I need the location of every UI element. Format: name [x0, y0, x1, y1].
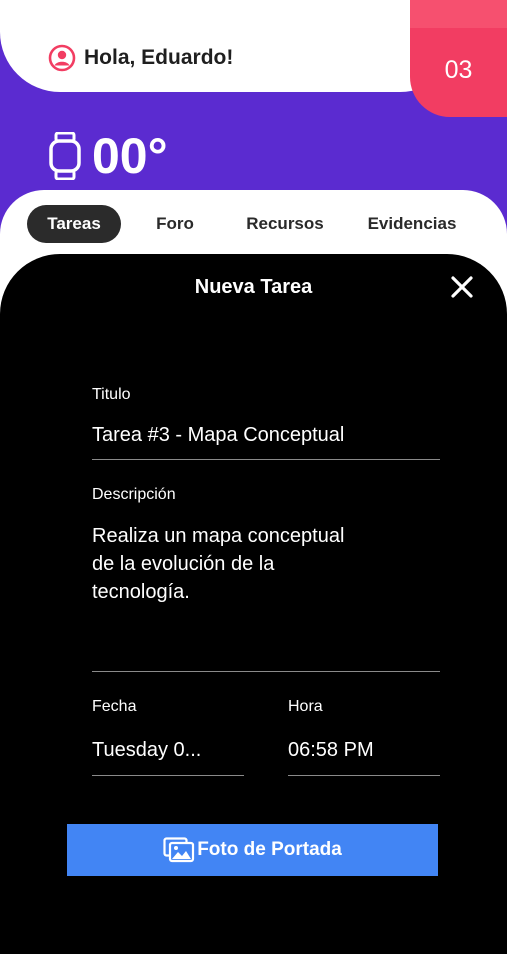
descripcion-label: Descripción — [92, 486, 176, 503]
close-button[interactable] — [447, 272, 477, 302]
tab-foro[interactable]: Foro — [140, 205, 210, 243]
cover-photo-button[interactable]: Foto de Portada — [67, 824, 438, 876]
counter-value: 03 — [444, 56, 473, 84]
greeting-text: Hola, Eduardo! — [84, 46, 234, 69]
modal-title: Nueva Tarea — [194, 276, 313, 298]
cover-photo-label: Foto de Portada — [197, 839, 342, 860]
greeting: Hola, Eduardo! — [48, 42, 233, 74]
fecha-input[interactable]: Tuesday 0... — [92, 736, 244, 764]
counter-badge[interactable]: 03 — [410, 0, 507, 117]
titulo-input[interactable]: Tarea #3 - Mapa Conceptual — [92, 421, 440, 449]
titulo-underline — [92, 459, 440, 460]
watch-status: 00° — [48, 128, 168, 184]
descripcion-underline — [92, 671, 440, 672]
tab-evidencias[interactable]: Evidencias — [356, 205, 468, 243]
fecha-label: Fecha — [92, 698, 137, 715]
hora-input[interactable]: 06:58 PM — [288, 736, 440, 764]
titulo-label: Titulo — [92, 386, 131, 403]
descripcion-textarea[interactable]: Realiza un mapa conceptual de la evoluci… — [92, 522, 440, 662]
user-circle-icon — [48, 44, 76, 72]
hora-label: Hora — [288, 698, 323, 715]
watch-value: 00° — [92, 128, 168, 184]
smartwatch-icon — [49, 132, 81, 180]
tab-recursos[interactable]: Recursos — [235, 205, 335, 243]
fecha-underline — [92, 775, 244, 776]
photo-gallery-icon — [163, 837, 195, 863]
close-icon — [451, 276, 473, 298]
tab-tareas[interactable]: Tareas — [27, 205, 121, 243]
hora-underline — [288, 775, 440, 776]
